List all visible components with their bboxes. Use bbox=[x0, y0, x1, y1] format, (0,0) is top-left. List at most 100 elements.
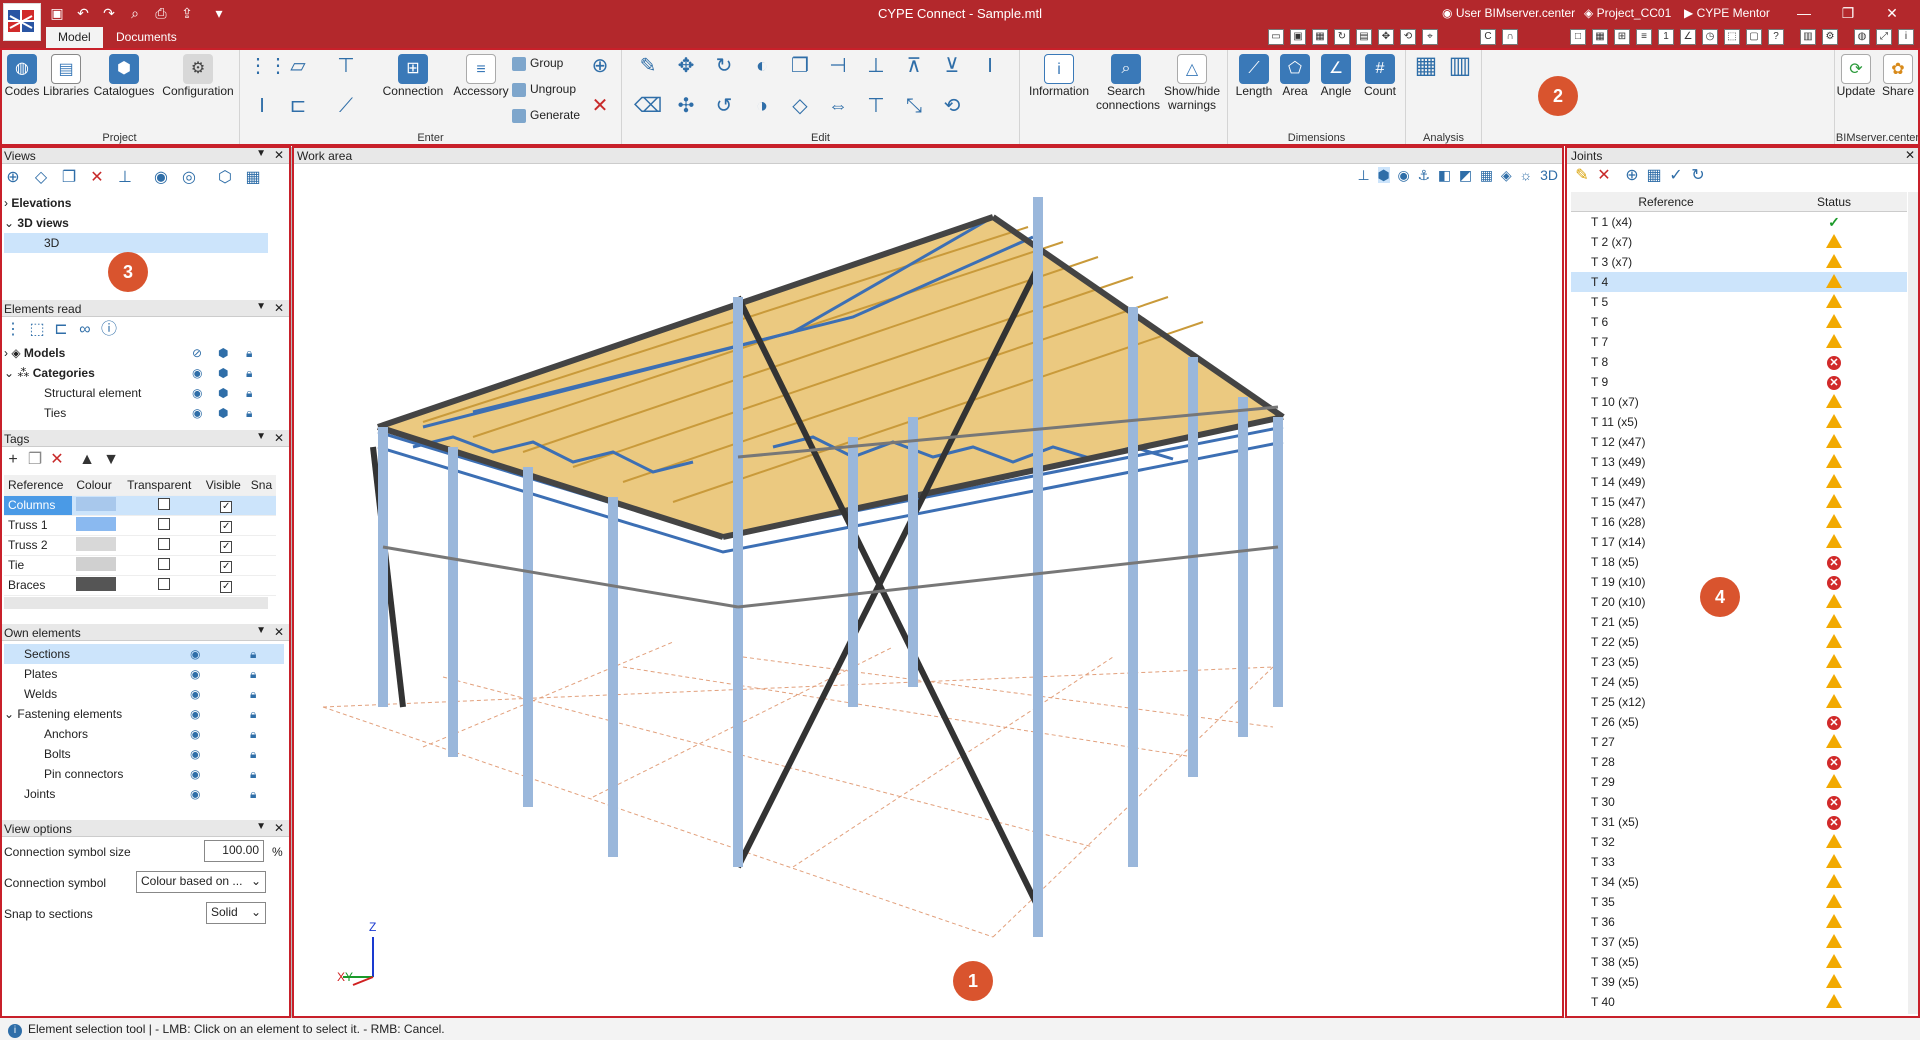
extend-icon[interactable]: ⊥ bbox=[862, 52, 890, 80]
table-row[interactable]: T 33 bbox=[1571, 852, 1907, 872]
table-row[interactable]: T 34 (x5) bbox=[1571, 872, 1907, 892]
table-row[interactable]: T 2 (x7) bbox=[1571, 232, 1907, 252]
tree-item-bolts[interactable]: Bolts ◉ 🔒︎ bbox=[4, 744, 284, 764]
structure-3d-view[interactable]: Z X Y bbox=[293, 147, 1564, 1017]
expand-icon[interactable]: ⤢ bbox=[1876, 29, 1892, 45]
table-row[interactable]: T 40 bbox=[1571, 992, 1907, 1012]
lock-icon[interactable]: 🔒︎ bbox=[250, 724, 256, 744]
table-row[interactable]: T 38 (x5) bbox=[1571, 952, 1907, 972]
table-row[interactable]: T 28 ✕ bbox=[1571, 752, 1907, 772]
share-button[interactable]: ✿ Share bbox=[1877, 54, 1919, 98]
profile-icon[interactable]: I bbox=[976, 52, 1004, 80]
table-row[interactable]: T 21 (x5) bbox=[1571, 612, 1907, 632]
table-row[interactable]: T 39 (x5) bbox=[1571, 972, 1907, 992]
transparent-checkbox[interactable] bbox=[123, 535, 202, 556]
lock-icon[interactable]: 🔒︎ bbox=[250, 784, 256, 804]
mirror-icon[interactable]: ◐ bbox=[748, 52, 776, 80]
tag-reference[interactable]: Braces bbox=[4, 575, 73, 596]
stretch-icon[interactable]: ✣ bbox=[672, 92, 700, 120]
grid-snap-icon[interactable]: ⊞ bbox=[1614, 29, 1630, 45]
cube-icon[interactable]: ⬢ bbox=[218, 403, 228, 423]
lock-icon[interactable]: 🔒︎ bbox=[250, 764, 256, 784]
table-row[interactable]: T 11 (x5) bbox=[1571, 412, 1907, 432]
length-button[interactable]: ⟋ Length bbox=[1234, 54, 1274, 98]
panel-layout-icon[interactable]: ▥ bbox=[1800, 29, 1816, 45]
colour-swatch[interactable] bbox=[76, 536, 117, 551]
3d-grid-icon[interactable]: ▦ bbox=[242, 167, 264, 189]
table-row[interactable]: T 6 bbox=[1571, 312, 1907, 332]
cube-icon[interactable]: ⬢ bbox=[218, 383, 228, 403]
tag-reference[interactable]: Tie bbox=[4, 555, 73, 576]
tree-item-joints[interactable]: Joints ◉ 🔒︎ bbox=[4, 784, 284, 804]
pan-icon[interactable]: ✥ bbox=[1378, 29, 1394, 45]
settings-icon[interactable]: ⚙ bbox=[1822, 29, 1838, 45]
layers-icon[interactable]: ▤ bbox=[1356, 29, 1372, 45]
angle-icon[interactable]: ∠ bbox=[1680, 29, 1696, 45]
tree-item-3d[interactable]: 3D bbox=[4, 233, 268, 253]
table-row[interactable]: T 29 bbox=[1571, 772, 1907, 792]
link-icon[interactable]: ∞ bbox=[74, 319, 96, 341]
colour-swatch[interactable] bbox=[76, 496, 117, 511]
lock-icon[interactable]: 🔒︎ bbox=[246, 343, 252, 363]
orbit-icon[interactable]: ⟲ bbox=[1400, 29, 1416, 45]
colour-swatch[interactable] bbox=[76, 576, 117, 591]
copy-tag-icon[interactable]: ❐ bbox=[24, 449, 46, 471]
transparent-checkbox[interactable] bbox=[123, 575, 202, 596]
table-icon[interactable]: ▦ bbox=[1592, 29, 1608, 45]
add-tag-icon[interactable]: + bbox=[2, 449, 24, 471]
join-icon[interactable]: ⇔ bbox=[824, 92, 852, 120]
tree-item-3d-views[interactable]: ⌄ 3D views bbox=[4, 213, 268, 233]
colour-swatch[interactable] bbox=[76, 556, 117, 571]
tree-item-fastening-elements[interactable]: ⌄ Fastening elements ◉ 🔒︎ bbox=[4, 704, 284, 724]
symmetry-icon[interactable]: ◑ bbox=[748, 92, 776, 120]
table-row[interactable]: T 15 (x47) bbox=[1571, 492, 1907, 512]
table-row[interactable]: T 1 (x4) ✓ bbox=[1571, 212, 1907, 232]
table-row[interactable]: T 32 bbox=[1571, 832, 1907, 852]
tree-item-categories[interactable]: ⌄ ⁂ Categories ◉ ⬢ 🔒︎ bbox=[4, 363, 274, 383]
tags-horizontal-scrollbar[interactable] bbox=[4, 597, 268, 609]
weld-tool-icon[interactable]: ⟋ bbox=[332, 92, 360, 120]
search-connections-button[interactable]: ⌕ Search connections bbox=[1096, 54, 1160, 112]
lock-icon[interactable]: 🔒︎ bbox=[250, 744, 256, 764]
table-row[interactable]: T 10 (x7) bbox=[1571, 392, 1907, 412]
offset-icon[interactable]: ⤡ bbox=[900, 92, 928, 120]
erase-icon[interactable]: ⌫ bbox=[634, 92, 662, 120]
tree-item-plates[interactable]: Plates ◉ 🔒︎ bbox=[4, 664, 284, 684]
visible-checkbox[interactable]: ✓ bbox=[201, 515, 247, 536]
generate-button[interactable]: Generate bbox=[512, 108, 580, 123]
table-row[interactable]: T 31 (x5) ✕ bbox=[1571, 812, 1907, 832]
table-row[interactable]: T 27 bbox=[1571, 732, 1907, 752]
tree-item-anchors[interactable]: Anchors ◉ 🔒︎ bbox=[4, 724, 284, 744]
tag-colour[interactable] bbox=[72, 515, 124, 536]
table-row[interactable]: T 8 ✕ bbox=[1571, 352, 1907, 372]
connection-button[interactable]: ⊞ Connection bbox=[378, 54, 448, 98]
table-row[interactable]: T 36 bbox=[1571, 912, 1907, 932]
tab-documents[interactable]: Documents bbox=[104, 27, 189, 48]
tag-icon[interactable]: ◇ bbox=[786, 92, 814, 120]
help-icon[interactable]: ? bbox=[1768, 29, 1784, 45]
table-row[interactable]: Columns ✓ bbox=[4, 495, 276, 516]
table-row[interactable]: T 37 (x5) bbox=[1571, 932, 1907, 952]
table-row[interactable]: T 18 (x5) ✕ bbox=[1571, 552, 1907, 572]
eye-icon[interactable]: ◉ bbox=[190, 644, 200, 664]
eye-icon[interactable]: ◉ bbox=[190, 724, 200, 744]
joints-scrollbar[interactable] bbox=[1908, 192, 1920, 1014]
cut-icon[interactable]: ⊤ bbox=[862, 92, 890, 120]
stiffener-tool-icon[interactable]: ⊏ bbox=[284, 92, 312, 120]
section-filter-icon[interactable]: ⊏ bbox=[50, 319, 72, 341]
ungroup-button[interactable]: Ungroup bbox=[512, 82, 576, 97]
table-row[interactable]: T 16 (x28) bbox=[1571, 512, 1907, 532]
colour-swatch[interactable] bbox=[76, 516, 117, 531]
lock-icon[interactable]: 🔒︎ bbox=[250, 664, 256, 684]
snap-cell[interactable] bbox=[246, 535, 276, 556]
codes-button[interactable]: ◍ Codes bbox=[4, 54, 40, 98]
report-icon[interactable]: ▥ bbox=[1446, 52, 1474, 80]
minimize-icon[interactable]: — bbox=[1786, 2, 1822, 24]
align-icon[interactable]: ⊻ bbox=[938, 52, 966, 80]
table-row[interactable]: T 4 bbox=[1571, 272, 1907, 292]
snap-cell[interactable] bbox=[246, 495, 276, 516]
table-row[interactable]: T 13 (x49) bbox=[1571, 452, 1907, 472]
camera-settings-icon[interactable]: ◎ bbox=[178, 167, 200, 189]
tree-item-pin-connectors[interactable]: Pin connectors ◉ 🔒︎ bbox=[4, 764, 284, 784]
visible-checkbox[interactable]: ✓ bbox=[201, 555, 247, 576]
